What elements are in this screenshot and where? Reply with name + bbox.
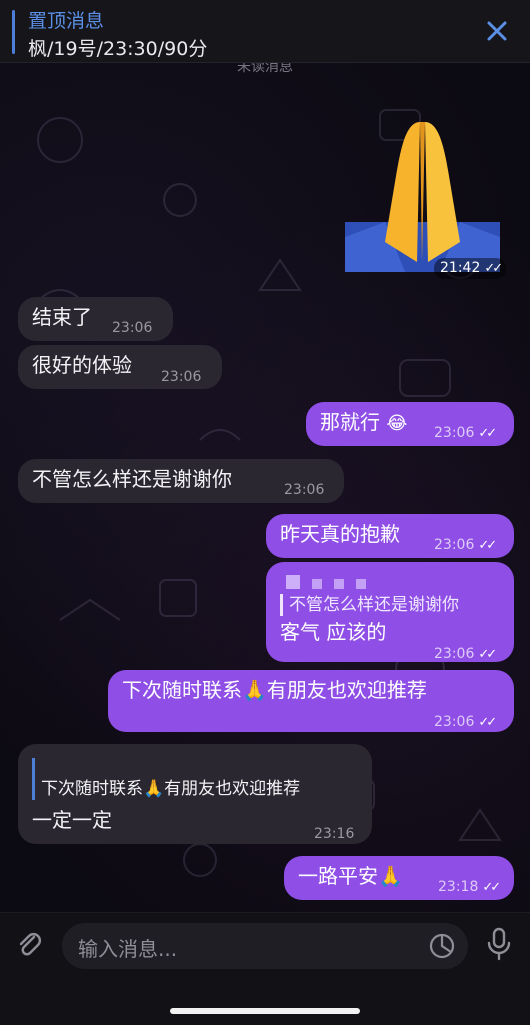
incoming-message[interactable]: 很好的体验 23:06 xyxy=(18,345,222,389)
message-text: 很好的体验 xyxy=(32,353,132,377)
quoted-message[interactable]: 下次随时联系🙏有朋友也欢迎推荐 xyxy=(32,758,358,800)
close-icon[interactable] xyxy=(484,18,510,44)
message-text: 那就行 xyxy=(320,410,380,434)
incoming-reply-message[interactable]: 下次随时联系🙏有朋友也欢迎推荐 一定一定 23:16 xyxy=(18,744,372,844)
message-time: 21:42 ✓✓ xyxy=(434,258,507,279)
blurred-sender-name xyxy=(280,568,500,592)
double-check-icon: ✓✓ xyxy=(478,715,497,730)
message-time: 23:06 ✓✓ xyxy=(434,537,497,553)
pinned-title: 置顶消息 xyxy=(28,10,105,32)
incoming-message[interactable]: 结束了 23:06 xyxy=(18,297,173,341)
double-check-icon: ✓✓ xyxy=(478,647,497,662)
message-time: 23:06 ✓✓ xyxy=(434,646,497,662)
message-input-placeholder: 输入消息... xyxy=(78,937,178,961)
paperclip-icon[interactable] xyxy=(14,929,44,959)
outgoing-message[interactable]: 那就行 😂 23:06 ✓✓ xyxy=(306,402,514,446)
folded-hands-sticker xyxy=(345,122,500,272)
message-text: 昨天真的抱歉 xyxy=(280,522,400,546)
home-indicator xyxy=(170,1008,360,1014)
message-text: 下次随时联系🙏有朋友也欢迎推荐 xyxy=(122,678,427,702)
outgoing-message[interactable]: 昨天真的抱歉 23:06 ✓✓ xyxy=(266,514,514,558)
message-time: 23:06 ✓✓ xyxy=(434,425,497,441)
message-text: 结束了 xyxy=(32,305,92,329)
sticker-icon[interactable] xyxy=(428,932,456,960)
message-input[interactable]: 输入消息... xyxy=(62,923,468,969)
pinned-accent-bar xyxy=(12,10,15,54)
laughing-emoji: 😂 xyxy=(386,413,408,434)
pinned-text: 枫/19号/23:30/90分 xyxy=(28,38,208,60)
quoted-message[interactable]: 不管怎么样还是谢谢你 xyxy=(280,594,500,616)
double-check-icon: ✓✓ xyxy=(478,426,497,441)
message-time: 23:06 ✓✓ xyxy=(434,714,497,730)
outgoing-message[interactable]: 下次随时联系🙏有朋友也欢迎推荐 23:06 ✓✓ xyxy=(108,670,514,732)
double-check-icon: ✓✓ xyxy=(484,261,503,276)
message-text: 一定一定 xyxy=(32,808,112,832)
double-check-icon: ✓✓ xyxy=(478,538,497,553)
unread-divider: 未读消息 xyxy=(237,62,293,75)
message-time: 23:06 xyxy=(161,369,202,385)
incoming-message[interactable]: 不管怎么样还是谢谢你 23:06 xyxy=(18,459,344,503)
message-time: 23:16 xyxy=(314,826,355,842)
pinned-message-bar[interactable]: 置顶消息 枫/19号/23:30/90分 xyxy=(0,0,530,63)
message-time: 23:18 ✓✓ xyxy=(438,879,501,895)
microphone-icon[interactable] xyxy=(484,927,514,961)
message-text: 不管怎么样还是谢谢你 xyxy=(32,467,232,491)
message-composer: 输入消息... xyxy=(0,912,530,1025)
outgoing-reply-message[interactable]: 不管怎么样还是谢谢你 客气 应该的 23:06 ✓✓ xyxy=(266,562,514,662)
message-text: 一路平安🙏 xyxy=(298,864,403,888)
outgoing-message[interactable]: 一路平安🙏 23:18 ✓✓ xyxy=(284,856,514,900)
message-time: 23:06 xyxy=(284,482,325,498)
message-time: 23:06 xyxy=(112,320,153,336)
double-check-icon: ✓✓ xyxy=(482,880,501,895)
